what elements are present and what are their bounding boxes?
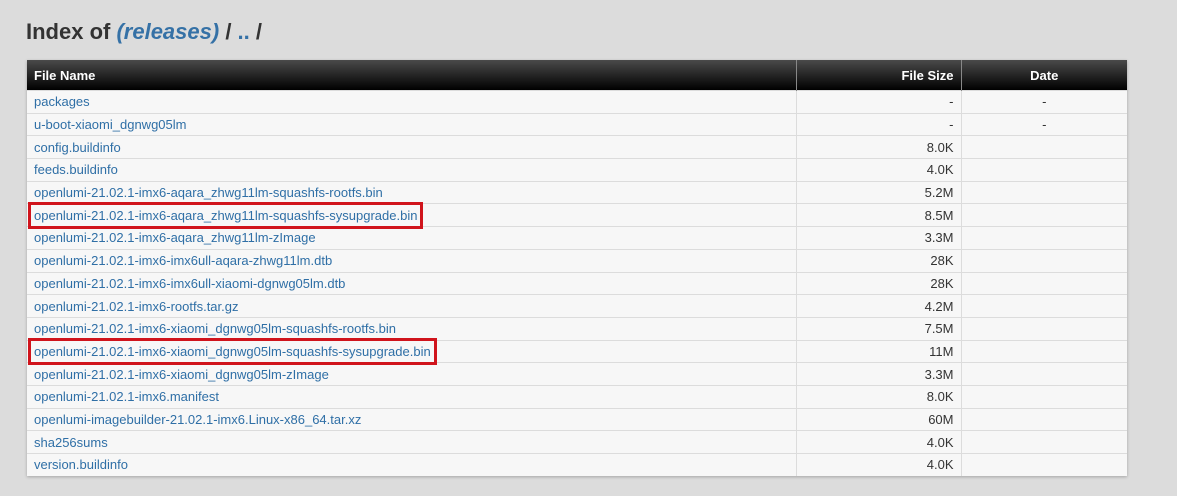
file-size-cell: - (795, 90, 961, 114)
file-name-cell: openlumi-21.02.1-imx6-xiaomi_dgnwg05lm-s… (27, 337, 796, 365)
table-row: openlumi-21.02.1-imx6-aqara_zhwg11lm-zIm… (27, 226, 1127, 250)
page-title: Index of (releases) / .. / (26, 16, 262, 48)
file-date-cell (960, 294, 1127, 318)
file-name-cell: openlumi-imagebuilder-21.02.1-imx6.Linux… (27, 407, 796, 431)
file-date-cell (960, 180, 1127, 204)
file-name-cell: openlumi-21.02.1-imx6-aqara_zhwg11lm-squ… (27, 180, 796, 204)
file-name-cell: sha256sums (27, 430, 796, 454)
table-row: openlumi-21.02.1-imx6-xiaomi_dgnwg05lm-z… (27, 362, 1127, 386)
file-name-cell: openlumi-21.02.1-imx6-rootfs.tar.gz (27, 294, 796, 318)
file-name-cell: openlumi-21.02.1-imx6-aqara_zhwg11lm-zIm… (27, 226, 796, 250)
file-size-cell: 5.2M (795, 180, 961, 204)
table-row: config.buildinfo 8.0K (27, 135, 1127, 159)
file-name-cell: openlumi-21.02.1-imx6-imx6ull-aqara-zhwg… (27, 248, 796, 272)
file-link[interactable]: u-boot-xiaomi_dgnwg05lm (34, 117, 186, 132)
title-prefix: Index of (26, 19, 117, 44)
table-row: feeds.buildinfo 4.0K (27, 158, 1127, 182)
file-link[interactable]: openlumi-21.02.1-imx6-xiaomi_dgnwg05lm-s… (34, 321, 396, 336)
file-date-cell (960, 271, 1127, 295)
file-size-cell: 3.3M (795, 362, 961, 386)
table-row: openlumi-21.02.1-imx6-rootfs.tar.gz 4.2M (27, 294, 1127, 318)
file-link[interactable]: openlumi-21.02.1-imx6-imx6ull-xiaomi-dgn… (34, 276, 345, 291)
file-link[interactable]: openlumi-21.02.1-imx6.manifest (34, 389, 219, 404)
file-date-cell (960, 384, 1127, 409)
file-date-cell (960, 316, 1127, 341)
table-row: openlumi-21.02.1-imx6.manifest 8.0K (27, 384, 1127, 409)
file-size-cell: 4.0K (795, 158, 961, 182)
column-header-file-name[interactable]: File Name (27, 60, 796, 91)
file-listing-panel: File Name File Size Date packages - - u-boo… (27, 60, 1127, 476)
file-size-cell: - (795, 112, 961, 136)
file-size-cell: 3.3M (795, 226, 961, 250)
table-row: u-boot-xiaomi_dgnwg05lm - - (27, 112, 1127, 136)
column-header-date[interactable]: Date (960, 60, 1127, 91)
file-name-cell: version.buildinfo (27, 452, 796, 476)
breadcrumb-root-link[interactable]: (releases) (116, 19, 219, 44)
file-date-cell (960, 226, 1127, 250)
column-header-file-size[interactable]: File Size (795, 60, 961, 91)
file-link-highlighted[interactable]: openlumi-21.02.1-imx6-xiaomi_dgnwg05lm-s… (28, 337, 437, 365)
table-row: openlumi-21.02.1-imx6-imx6ull-aqara-zhwg… (27, 248, 1127, 272)
file-size-cell: 4.0K (795, 452, 961, 476)
file-size-cell: 60M (795, 407, 961, 431)
file-link-highlighted[interactable]: openlumi-21.02.1-imx6-aqara_zhwg11lm-squ… (27, 201, 424, 229)
file-date-cell (960, 339, 1127, 363)
file-name-cell: openlumi-21.02.1-imx6-aqara_zhwg11lm-squ… (27, 201, 796, 229)
file-date-cell (960, 203, 1127, 227)
table-row: sha256sums 4.0K (27, 430, 1127, 454)
file-link[interactable]: version.buildinfo (34, 457, 128, 472)
file-date-cell (960, 407, 1127, 431)
file-link[interactable]: config.buildinfo (34, 140, 121, 155)
file-size-cell: 8.0K (795, 135, 961, 159)
file-date-cell (960, 430, 1127, 454)
file-name-cell: packages (27, 90, 796, 114)
file-link[interactable]: feeds.buildinfo (34, 162, 118, 177)
table-row: packages - - (27, 90, 1127, 114)
file-name-cell: openlumi-21.02.1-imx6-xiaomi_dgnwg05lm-z… (27, 362, 796, 386)
file-link[interactable]: openlumi-21.02.1-imx6-aqara_zhwg11lm-zIm… (34, 230, 316, 245)
table-row: version.buildinfo 4.0K (27, 452, 1127, 476)
table-row: openlumi-21.02.1-imx6-xiaomi_dgnwg05lm-s… (27, 337, 1127, 365)
file-size-cell: 4.0K (795, 430, 961, 454)
file-size-cell: 28K (795, 248, 961, 272)
breadcrumb-parent-link[interactable]: .. (238, 19, 250, 44)
file-link[interactable]: openlumi-21.02.1-imx6-aqara_zhwg11lm-squ… (34, 185, 383, 200)
breadcrumb-separator: / (219, 19, 238, 44)
file-date-cell (960, 135, 1127, 159)
file-link[interactable]: openlumi-21.02.1-imx6-xiaomi_dgnwg05lm-z… (34, 367, 329, 382)
file-size-cell: 8.5M (795, 203, 961, 227)
file-listing-table: File Name File Size Date packages - - u-boo… (27, 60, 1127, 476)
file-name-cell: openlumi-21.02.1-imx6-xiaomi_dgnwg05lm-s… (27, 316, 796, 341)
table-header-row: File Name File Size Date (27, 60, 1127, 91)
file-date-cell (960, 362, 1127, 386)
table-row: openlumi-21.02.1-imx6-imx6ull-xiaomi-dgn… (27, 271, 1127, 295)
table-row: openlumi-21.02.1-imx6-aqara_zhwg11lm-squ… (27, 201, 1127, 229)
table-row: openlumi-21.02.1-imx6-xiaomi_dgnwg05lm-s… (27, 316, 1127, 341)
file-name-cell: openlumi-21.02.1-imx6-imx6ull-xiaomi-dgn… (27, 271, 796, 295)
file-name-cell: openlumi-21.02.1-imx6.manifest (27, 384, 796, 409)
file-size-cell: 8.0K (795, 384, 961, 409)
file-date-cell (960, 248, 1127, 272)
table-row: openlumi-21.02.1-imx6-aqara_zhwg11lm-squ… (27, 180, 1127, 204)
file-size-cell: 28K (795, 271, 961, 295)
file-size-cell: 4.2M (795, 294, 961, 318)
breadcrumb-separator: / (249, 19, 263, 44)
file-date-cell: - (960, 112, 1127, 136)
file-size-cell: 7.5M (795, 316, 961, 341)
file-name-cell: config.buildinfo (27, 135, 796, 159)
file-date-cell (960, 452, 1127, 476)
file-link[interactable]: openlumi-21.02.1-imx6-rootfs.tar.gz (34, 299, 238, 314)
file-name-cell: u-boot-xiaomi_dgnwg05lm (27, 112, 796, 136)
file-link[interactable]: openlumi-imagebuilder-21.02.1-imx6.Linux… (34, 412, 361, 427)
file-name-cell: feeds.buildinfo (27, 158, 796, 182)
table-row: openlumi-imagebuilder-21.02.1-imx6.Linux… (27, 407, 1127, 431)
file-link[interactable]: packages (34, 94, 90, 109)
file-rows: packages - - u-boot-xiaomi_dgnwg05lm - - confi… (27, 90, 1127, 476)
file-date-cell: - (960, 90, 1127, 114)
file-size-cell: 11M (795, 339, 961, 363)
file-link[interactable]: sha256sums (34, 435, 108, 450)
file-link[interactable]: openlumi-21.02.1-imx6-imx6ull-aqara-zhwg… (34, 253, 332, 268)
file-date-cell (960, 158, 1127, 182)
